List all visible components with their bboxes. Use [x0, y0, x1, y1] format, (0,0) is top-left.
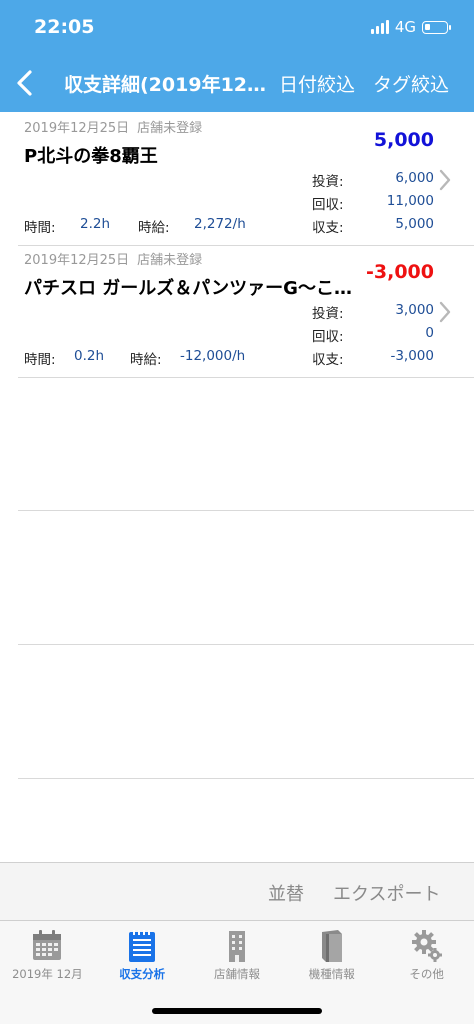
machine-name: P北斗の拳8覇王	[24, 146, 158, 167]
gears-icon	[411, 930, 442, 962]
rate-label: 時給:	[130, 352, 162, 368]
entry-meta: 2019年12月25日 店舗未登録	[24, 249, 202, 268]
net-value: 5,000	[395, 216, 434, 232]
date-filter-button[interactable]: 日付絞込	[279, 70, 355, 97]
time-value: 2.2h	[80, 216, 111, 232]
notepad-icon	[129, 930, 156, 962]
machine-name: パチスロ ガールズ＆パンツァーG～これが私の戦車道です！～	[24, 278, 354, 299]
battery-icon	[422, 20, 451, 34]
net-label: 収支:	[312, 352, 344, 368]
rate-value: 2,272/h	[194, 216, 246, 232]
balance-amount: -3,000	[366, 261, 434, 283]
tab-store[interactable]: 店舗情報	[190, 921, 285, 991]
chevron-right-icon	[439, 169, 451, 191]
action-bar: 並替 エクスポート	[0, 862, 474, 920]
home-indicator[interactable]	[152, 1008, 322, 1014]
row-divider	[18, 510, 474, 511]
tab-label: その他	[409, 967, 444, 981]
chevron-left-icon	[17, 70, 32, 96]
calendar-icon	[33, 930, 62, 960]
rate-label: 時給:	[138, 220, 170, 236]
row-divider	[18, 644, 474, 645]
header: 22:05 4G 収支詳細(2019年12月) 日付絞込 タグ絞込	[0, 0, 474, 112]
signal-icon	[370, 20, 389, 34]
tab-machine[interactable]: 機種情報	[284, 921, 379, 991]
entry-date: 2019年12月25日	[24, 121, 130, 136]
time-value: 0.2h	[74, 348, 105, 364]
time-label: 時間:	[24, 220, 56, 236]
book-icon	[321, 930, 342, 962]
row-divider	[18, 778, 474, 779]
invest-value: 6,000	[395, 170, 434, 186]
tab-label: 2019年 12月	[12, 967, 83, 981]
status-indicators: 4G	[370, 18, 451, 36]
chevron-right-icon	[439, 301, 451, 323]
sort-button[interactable]: 並替	[268, 880, 304, 906]
recover-label: 回収:	[312, 329, 344, 345]
tab-other[interactable]: その他	[379, 921, 474, 991]
net-label: 収支:	[312, 220, 344, 236]
back-button[interactable]	[8, 64, 44, 102]
balance-amount: 5,000	[373, 129, 434, 151]
network-label: 4G	[394, 18, 416, 36]
recover-value: 11,000	[386, 193, 434, 209]
building-icon	[228, 931, 245, 962]
net-value: -3,000	[390, 348, 434, 364]
status-time: 22:05	[34, 16, 95, 38]
page-title: 収支詳細(2019年12月)	[64, 74, 269, 96]
invest-value: 3,000	[395, 302, 434, 318]
tab-label: 店舗情報	[213, 967, 260, 981]
entry-date: 2019年12月25日	[24, 253, 130, 268]
tab-calendar[interactable]: 2019年 12月	[0, 921, 95, 991]
list-item[interactable]: 2019年12月25日 店舗未登録 P北斗の拳8覇王 5,000 投資: 6,00…	[18, 112, 474, 246]
time-label: 時間:	[24, 352, 56, 368]
tag-filter-button[interactable]: タグ絞込	[373, 70, 449, 97]
nav-bar: 収支詳細(2019年12月) 日付絞込 タグ絞込	[0, 58, 474, 108]
recover-value: 0	[425, 325, 434, 341]
entry-store: 店舗未登録	[137, 253, 203, 268]
invest-label: 投資:	[312, 306, 344, 322]
recover-label: 回収:	[312, 197, 344, 213]
entry-meta: 2019年12月25日 店舗未登録	[24, 117, 202, 136]
export-button[interactable]: エクスポート	[333, 880, 440, 906]
list-item[interactable]: 2019年12月25日店舗未登録 パチスロ ガールズ＆パンツァーG～これが私の戦…	[18, 244, 474, 378]
rate-value: -12,000/h	[180, 348, 246, 364]
tab-label: 収支分析	[119, 967, 166, 981]
tab-label: 機種情報	[308, 967, 355, 981]
invest-label: 投資:	[312, 174, 344, 190]
tab-analysis[interactable]: 収支分析	[95, 921, 190, 991]
entry-store: 店舗未登録	[137, 121, 203, 136]
